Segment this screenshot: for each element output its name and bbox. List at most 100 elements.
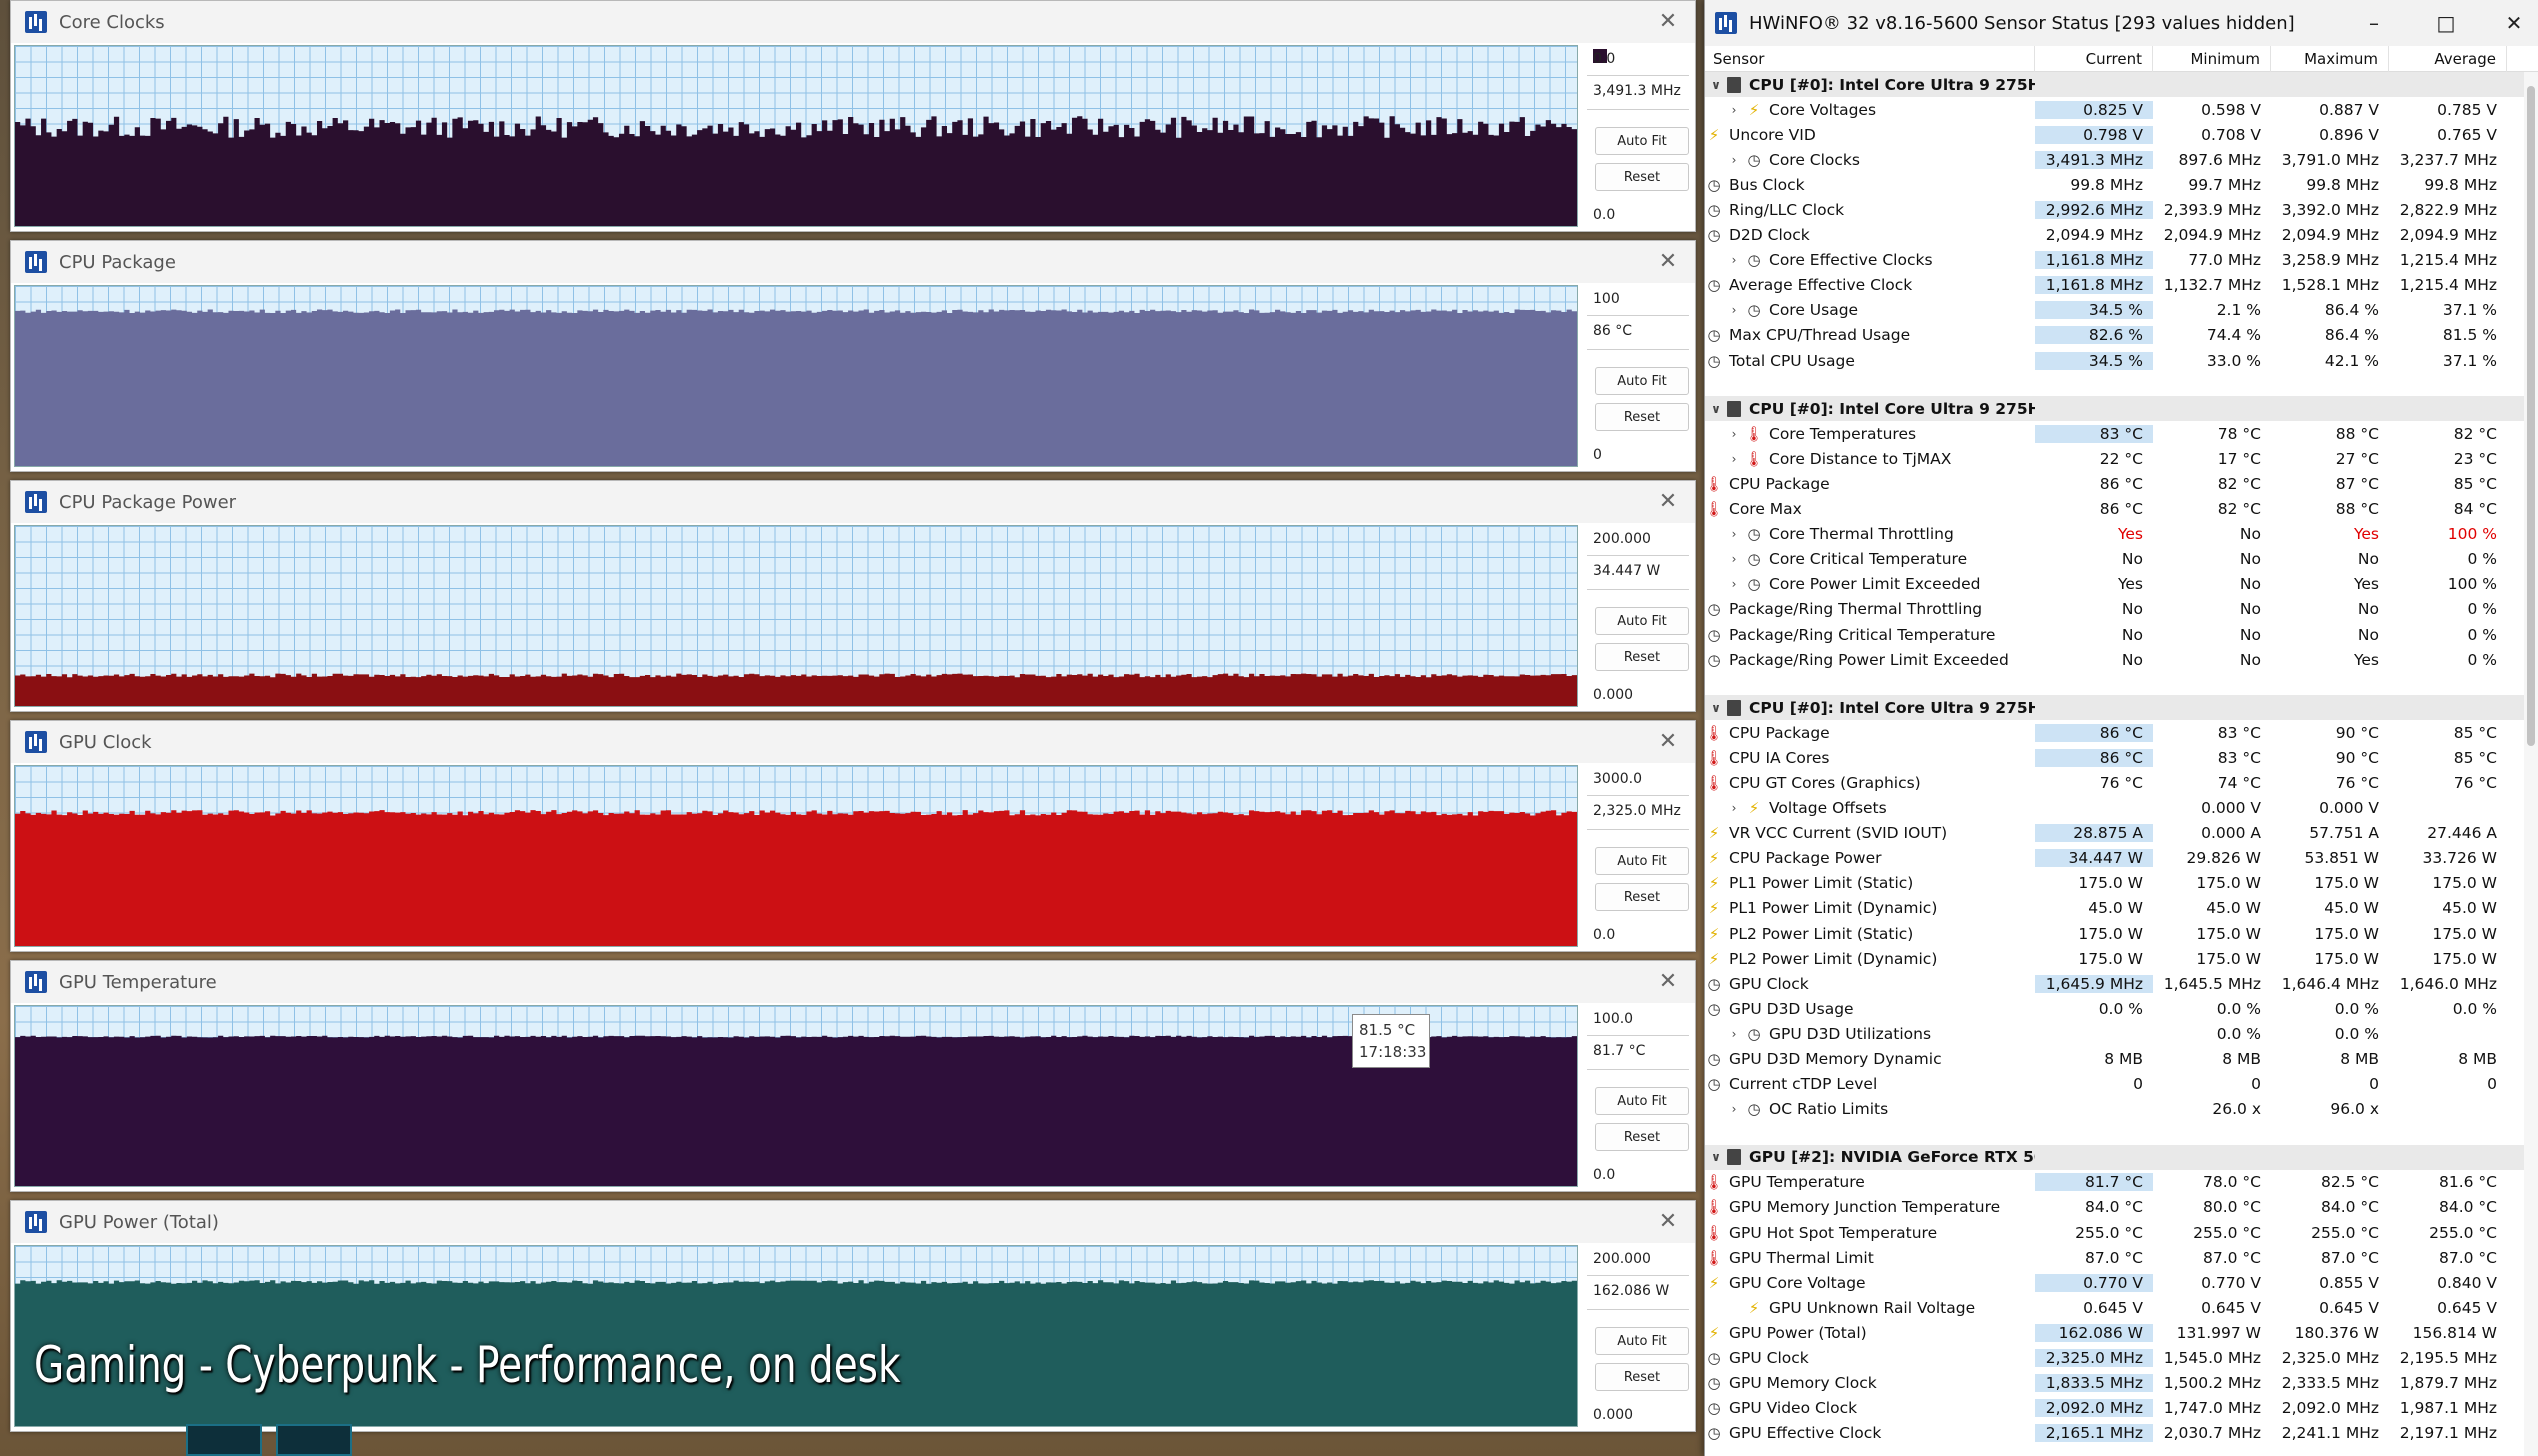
expand-chevron-icon[interactable]: › [1723, 153, 1745, 167]
graph-titlebar[interactable]: Core Clocks ✕ [11, 1, 1695, 43]
sensor-row[interactable]: ◷ Package/Ring Power Limit Exceeded No No… [1705, 647, 2538, 672]
auto-fit-button[interactable]: Auto Fit [1595, 1327, 1689, 1355]
close-icon[interactable]: ✕ [1655, 969, 1681, 995]
column-header-maximum[interactable]: Maximum [2271, 46, 2389, 72]
reset-button[interactable]: Reset [1595, 403, 1689, 431]
expand-chevron-icon[interactable]: › [1723, 552, 1745, 566]
reset-button[interactable]: Reset [1595, 883, 1689, 911]
close-icon[interactable]: ✕ [2499, 8, 2529, 38]
auto-fit-button[interactable]: Auto Fit [1595, 607, 1689, 635]
close-icon[interactable]: ✕ [1655, 9, 1681, 35]
sensor-row[interactable]: ◷ Ring/LLC Clock 2,992.6 MHz 2,393.9 MHz 3… [1705, 197, 2538, 222]
auto-fit-button[interactable]: Auto Fit [1595, 127, 1689, 155]
close-icon[interactable]: ✕ [1655, 249, 1681, 275]
reset-button[interactable]: Reset [1595, 1363, 1689, 1391]
sensor-row[interactable]: 🌡 GPU Memory Junction Temperature 84.0 °… [1705, 1195, 2538, 1220]
sensor-row[interactable]: ⚡ Uncore VID 0.798 V 0.708 V 0.896 V 0.765 … [1705, 122, 2538, 147]
reset-button[interactable]: Reset [1595, 1123, 1689, 1151]
reset-button[interactable]: Reset [1595, 163, 1689, 191]
collapse-chevron-icon[interactable]: ∨ [1705, 78, 1727, 92]
auto-fit-button[interactable]: Auto Fit [1595, 1087, 1689, 1115]
sensor-row[interactable]: ⚡ GPU Unknown Rail Voltage 0.645 V 0.645 … [1705, 1295, 2538, 1320]
sensor-group[interactable]: ∨ CPU [#0]: Intel Core Ultra 9 275HX [1705, 72, 2538, 98]
hwinfo-titlebar[interactable]: HWiNFO® 32 v8.16-5600 Sensor Status [293… [1705, 0, 2538, 46]
sensor-row[interactable]: ◷ GPU Clock 1,645.9 MHz 1,645.5 MHz 1,646.… [1705, 971, 2538, 996]
sensor-row[interactable]: › ◷ OC Ratio Limits 26.0 x 96.0 x [1705, 1097, 2538, 1122]
auto-fit-button[interactable]: Auto Fit [1595, 847, 1689, 875]
expand-chevron-icon[interactable]: › [1723, 801, 1745, 815]
sensor-row[interactable]: ◷ Package/Ring Critical Temperature No No… [1705, 622, 2538, 647]
graph-plot-area[interactable] [14, 285, 1578, 467]
sensor-row[interactable]: ⚡ GPU Core Voltage 0.770 V 0.770 V 0.855 V… [1705, 1270, 2538, 1295]
graph-plot-area[interactable] [14, 45, 1578, 227]
sensor-row[interactable]: 🌡 GPU Thermal Limit 87.0 °C 87.0 °C 87.0 °… [1705, 1245, 2538, 1270]
sensor-row[interactable]: › ⚡ Core Voltages 0.825 V 0.598 V 0.887 V 0… [1705, 97, 2538, 122]
sensor-row[interactable]: 🌡 CPU IA Cores 86 °C 83 °C 90 °C 85 °C [1705, 745, 2538, 770]
graph-plot-area[interactable] [14, 525, 1578, 707]
expand-chevron-icon[interactable]: › [1723, 527, 1745, 541]
expand-chevron-icon[interactable]: › [1723, 427, 1745, 441]
sensor-row[interactable]: 🌡 CPU Package 86 °C 83 °C 90 °C 85 °C [1705, 720, 2538, 745]
column-header-average[interactable]: Average [2389, 46, 2507, 72]
sensor-row[interactable]: 🌡 GPU Hot Spot Temperature 255.0 °C 255.0… [1705, 1220, 2538, 1245]
reset-button[interactable]: Reset [1595, 643, 1689, 671]
expand-chevron-icon[interactable]: › [1723, 253, 1745, 267]
sensor-row[interactable]: ⚡ PL2 Power Limit (Dynamic) 175.0 W 175.0… [1705, 946, 2538, 971]
sensor-row[interactable]: ◷ GPU D3D Usage 0.0 % 0.0 % 0.0 % 0.0 % [1705, 996, 2538, 1021]
expand-chevron-icon[interactable]: › [1723, 577, 1745, 591]
sensor-row[interactable]: ⚡ GPU Power (Total) 162.086 W 131.997 W 18… [1705, 1320, 2538, 1345]
sensor-row[interactable]: ⚡ PL1 Power Limit (Dynamic) 45.0 W 45.0 W… [1705, 896, 2538, 921]
sensor-row[interactable]: ◷ GPU Clock 2,325.0 MHz 1,545.0 MHz 2,325.… [1705, 1346, 2538, 1371]
sensor-row[interactable]: › ◷ GPU D3D Utilizations 0.0 % 0.0 % [1705, 1021, 2538, 1046]
sensor-row[interactable]: ◷ GPU Memory Clock 1,833.5 MHz 1,500.2 MH… [1705, 1371, 2538, 1396]
graph-titlebar[interactable]: GPU Clock ✕ [11, 721, 1695, 763]
graph-titlebar[interactable]: GPU Temperature ✕ [11, 961, 1695, 1003]
sensor-row[interactable]: › ◷ Core Critical Temperature No No No 0 % [1705, 547, 2538, 572]
sensor-row[interactable]: › ◷ Core Thermal Throttling Yes No Yes 100 … [1705, 522, 2538, 547]
sensor-row[interactable]: › ◷ Core Usage 34.5 % 2.1 % 86.4 % 37.1 % [1705, 298, 2538, 323]
sensor-row[interactable]: › ◷ Core Power Limit Exceeded Yes No Yes 10… [1705, 572, 2538, 597]
expand-chevron-icon[interactable]: › [1723, 452, 1745, 466]
scrollbar-thumb[interactable] [2527, 86, 2535, 746]
close-icon[interactable]: ✕ [1655, 729, 1681, 755]
expand-chevron-icon[interactable]: › [1723, 1027, 1745, 1041]
graph-titlebar[interactable]: GPU Power (Total) ✕ [11, 1201, 1695, 1243]
expand-chevron-icon[interactable]: › [1723, 1102, 1745, 1116]
sensor-row[interactable]: 🌡 GPU Temperature 81.7 °C 78.0 °C 82.5 °C 8… [1705, 1170, 2538, 1195]
sensor-row[interactable]: ◷ GPU Video Clock 2,092.0 MHz 1,747.0 MHz… [1705, 1396, 2538, 1421]
graph-titlebar[interactable]: CPU Package Power ✕ [11, 481, 1695, 523]
sensor-row[interactable]: ⚡ VR VCC Current (SVID IOUT) 28.875 A 0.0… [1705, 821, 2538, 846]
column-header-sensor[interactable]: Sensor [1705, 46, 2035, 72]
graph-titlebar[interactable]: CPU Package ✕ [11, 241, 1695, 283]
sensor-row[interactable]: › 🌡 Core Distance to TjMAX 22 °C 17 °C 27 … [1705, 446, 2538, 471]
sensor-row[interactable]: ◷ GPU Effective Clock 2,165.1 MHz 2,030.7… [1705, 1421, 2538, 1446]
auto-fit-button[interactable]: Auto Fit [1595, 367, 1689, 395]
sensor-row[interactable]: 🌡 Core Max 86 °C 82 °C 88 °C 84 °C [1705, 497, 2538, 522]
sensor-row[interactable]: ◷ Total CPU Usage 34.5 % 33.0 % 42.1 % 37.1… [1705, 348, 2538, 373]
sensor-group[interactable]: ∨ CPU [#0]: Intel Core Ultra 9 275HX: En… [1705, 695, 2538, 721]
minimize-icon[interactable]: – [2359, 8, 2389, 38]
sensor-row[interactable]: › ◷ Core Clocks 3,491.3 MHz 897.6 MHz 3,79… [1705, 147, 2538, 172]
sensor-row[interactable]: ◷ Max CPU/Thread Usage 82.6 % 74.4 % 86.4 … [1705, 323, 2538, 348]
expand-chevron-icon[interactable]: › [1723, 103, 1745, 117]
sensor-row[interactable]: › ◷ Core Effective Clocks 1,161.8 MHz 77.… [1705, 248, 2538, 273]
sensor-row[interactable]: ⚡ CPU Package Power 34.447 W 29.826 W 53.8… [1705, 846, 2538, 871]
collapse-chevron-icon[interactable]: ∨ [1705, 402, 1727, 416]
graph-plot-area[interactable] [14, 765, 1578, 947]
sensor-row[interactable]: ⚡ PL2 Power Limit (Static) 175.0 W 175.0 … [1705, 921, 2538, 946]
sensor-group[interactable]: ∨ GPU [#2]: NVIDIA GeForce RTX 5080 Max-… [1705, 1144, 2538, 1170]
sensor-row[interactable]: ⚡ PL1 Power Limit (Static) 175.0 W 175.0 … [1705, 871, 2538, 896]
sensor-row[interactable]: › 🌡 Core Temperatures 83 °C 78 °C 88 °C 82 … [1705, 421, 2538, 446]
column-header-minimum[interactable]: Minimum [2153, 46, 2271, 72]
sensor-row[interactable]: ◷ D2D Clock 2,094.9 MHz 2,094.9 MHz 2,094.… [1705, 223, 2538, 248]
sensor-row[interactable]: ◷ Current cTDP Level 0 0 0 0 [1705, 1072, 2538, 1097]
sensor-row[interactable]: ◷ Package/Ring Thermal Throttling No No No… [1705, 597, 2538, 622]
column-header-current[interactable]: Current [2035, 46, 2153, 72]
sensor-scrollbar[interactable] [2524, 72, 2538, 1456]
close-icon[interactable]: ✕ [1655, 489, 1681, 515]
sensor-row[interactable]: › ⚡ Voltage Offsets 0.000 V 0.000 V [1705, 796, 2538, 821]
sensor-row[interactable]: 🌡 CPU GT Cores (Graphics) 76 °C 74 °C 76 °… [1705, 770, 2538, 795]
close-icon[interactable]: ✕ [1655, 1209, 1681, 1235]
sensor-row[interactable]: ◷ GPU D3D Memory Dynamic 8 MB 8 MB 8 MB 8 M… [1705, 1046, 2538, 1071]
sensor-row[interactable]: ◷ Bus Clock 99.8 MHz 99.7 MHz 99.8 MHz 99.8… [1705, 172, 2538, 197]
